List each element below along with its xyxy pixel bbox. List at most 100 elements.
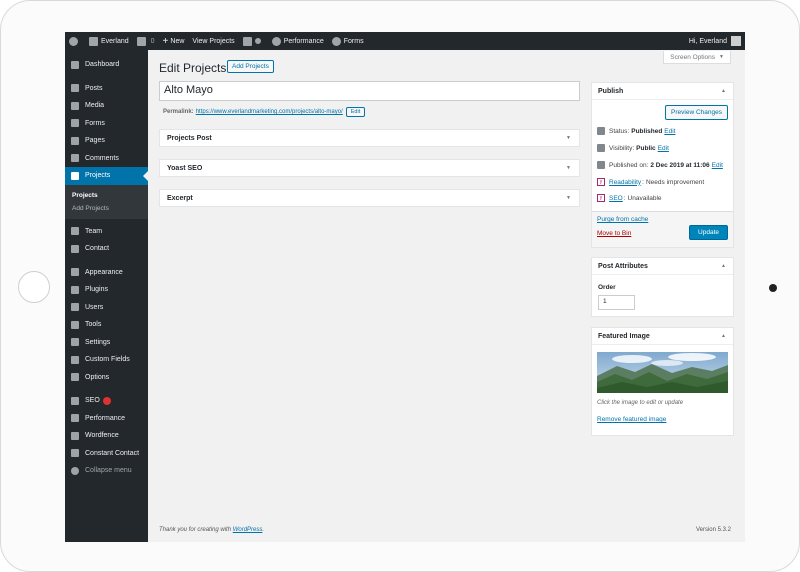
toggle-up-icon[interactable]: ▲ bbox=[721, 88, 726, 94]
wordpress-logo-icon bbox=[69, 36, 78, 46]
post-attributes-header[interactable]: Post Attributes ▲ bbox=[592, 258, 733, 275]
forms-icon bbox=[331, 36, 341, 46]
dashboard-icon bbox=[71, 60, 79, 69]
forms-link[interactable]: Forms bbox=[328, 32, 368, 50]
mail-icon bbox=[71, 244, 79, 253]
tablet-camera bbox=[769, 284, 777, 292]
menu-constant-contact[interactable]: Constant Contact bbox=[65, 445, 148, 463]
new-content-button[interactable]: + New bbox=[159, 32, 189, 50]
publish-status: Status: Published Edit bbox=[597, 127, 676, 135]
plugin-icon bbox=[71, 285, 79, 294]
menu-pages[interactable]: Pages bbox=[65, 132, 148, 150]
menu-settings[interactable]: Settings bbox=[65, 334, 148, 352]
toggle-down-icon[interactable]: ▼ bbox=[566, 195, 571, 201]
eye-icon bbox=[597, 144, 605, 152]
order-label: Order bbox=[598, 284, 616, 291]
toggle-down-icon[interactable]: ▼ bbox=[566, 165, 571, 171]
submenu-projects[interactable]: Projects bbox=[65, 189, 148, 202]
yoast-icon: y bbox=[597, 178, 605, 186]
menu-seo[interactable]: SEO bbox=[65, 392, 148, 410]
readability-link[interactable]: Readability bbox=[609, 179, 641, 186]
permalink-edit-button[interactable]: Edit bbox=[345, 107, 366, 117]
menu-projects[interactable]: Projects bbox=[65, 167, 148, 185]
performance-icon bbox=[71, 414, 79, 423]
preview-changes-button[interactable]: Preview Changes bbox=[665, 105, 728, 120]
add-projects-button[interactable]: Add Projects bbox=[227, 60, 274, 73]
calendar-icon bbox=[597, 161, 605, 169]
purge-cache-link[interactable]: Purge from cache bbox=[597, 216, 648, 223]
order-input[interactable]: 1 bbox=[598, 295, 635, 310]
yoast-icon: y bbox=[597, 194, 605, 202]
post-title-input[interactable]: Alto Mayo bbox=[159, 81, 580, 101]
constant-contact-icon bbox=[71, 449, 79, 458]
permalink-url-link[interactable]: https://www.everlandmarketing.com/projec… bbox=[196, 109, 343, 115]
menu-performance[interactable]: Performance bbox=[65, 410, 148, 428]
menu-posts[interactable]: Posts bbox=[65, 80, 148, 98]
menu-appearance[interactable]: Appearance bbox=[65, 264, 148, 282]
toggle-up-icon[interactable]: ▲ bbox=[721, 263, 726, 269]
site-name-link[interactable]: Everland bbox=[85, 32, 133, 50]
plus-icon: + bbox=[162, 35, 169, 47]
admin-bar: Everland 0 + New View Projects Performanc… bbox=[65, 32, 745, 50]
yoast-icon bbox=[242, 36, 252, 46]
menu-comments[interactable]: Comments bbox=[65, 150, 148, 168]
footer-version: Version 5.3.2 bbox=[695, 527, 731, 533]
postbox-projects-post[interactable]: Projects Post ▼ bbox=[159, 129, 580, 147]
menu-team[interactable]: Team bbox=[65, 223, 148, 241]
toggle-up-icon[interactable]: ▲ bbox=[721, 333, 726, 339]
update-button[interactable]: Update bbox=[689, 225, 728, 240]
publish-box-header[interactable]: Publish ▲ bbox=[592, 83, 733, 100]
visibility-edit-link[interactable]: Edit bbox=[658, 145, 669, 152]
forms-icon bbox=[71, 119, 79, 128]
fields-icon bbox=[71, 355, 79, 364]
settings-icon bbox=[71, 338, 79, 347]
pin-icon bbox=[597, 127, 605, 135]
menu-options[interactable]: Options bbox=[65, 369, 148, 387]
comment-icon bbox=[136, 36, 146, 46]
chevron-down-icon: ▼ bbox=[719, 54, 724, 60]
users-icon bbox=[71, 303, 79, 312]
wordpress-link[interactable]: WordPress bbox=[233, 527, 263, 533]
my-account[interactable]: Hi, Everland bbox=[689, 36, 745, 46]
menu-plugins[interactable]: Plugins bbox=[65, 281, 148, 299]
postbox-excerpt[interactable]: Excerpt ▼ bbox=[159, 189, 580, 207]
menu-forms[interactable]: Forms bbox=[65, 115, 148, 133]
yoast-icon bbox=[71, 396, 79, 405]
comments-icon bbox=[71, 154, 79, 163]
tablet-home-button[interactable] bbox=[18, 271, 50, 303]
publish-date: Published on: 2 Dec 2019 at 11:06 Edit bbox=[597, 161, 723, 169]
yoast-adminbar-button[interactable] bbox=[239, 32, 268, 50]
submenu-add-projects[interactable]: Add Projects bbox=[65, 202, 148, 215]
performance-link[interactable]: Performance bbox=[268, 32, 328, 50]
menu-wordfence[interactable]: Wordfence bbox=[65, 427, 148, 445]
pages-icon bbox=[71, 136, 79, 145]
date-edit-link[interactable]: Edit bbox=[712, 162, 723, 169]
comments-link[interactable]: 0 bbox=[133, 32, 159, 50]
status-edit-link[interactable]: Edit bbox=[664, 128, 675, 135]
menu-contact[interactable]: Contact bbox=[65, 240, 148, 258]
seo-link[interactable]: SEO bbox=[609, 195, 623, 202]
menu-dashboard[interactable]: Dashboard bbox=[65, 56, 148, 74]
pin-icon bbox=[71, 171, 79, 180]
menu-tools[interactable]: Tools bbox=[65, 316, 148, 334]
avatar bbox=[731, 36, 741, 46]
featured-image[interactable] bbox=[597, 352, 728, 393]
collapse-menu-button[interactable]: Collapse menu bbox=[65, 462, 148, 480]
featured-image-header[interactable]: Featured Image ▲ bbox=[592, 328, 733, 345]
wordpress-logo-button[interactable] bbox=[65, 32, 85, 50]
admin-sidebar: Dashboard Posts Media Forms Pages Commen… bbox=[65, 50, 148, 542]
menu-media[interactable]: Media bbox=[65, 97, 148, 115]
view-projects-link[interactable]: View Projects bbox=[188, 32, 238, 50]
screen-options-button[interactable]: Screen Options ▼ bbox=[663, 51, 731, 64]
toggle-down-icon[interactable]: ▼ bbox=[566, 135, 571, 141]
postbox-yoast-seo[interactable]: Yoast SEO ▼ bbox=[159, 159, 580, 177]
status-dot-icon bbox=[254, 38, 261, 44]
remove-featured-image-link[interactable]: Remove featured image bbox=[597, 416, 666, 423]
publish-actions: Purge from cache Move to Bin Update bbox=[592, 211, 733, 247]
menu-users[interactable]: Users bbox=[65, 299, 148, 317]
move-to-bin-link[interactable]: Move to Bin bbox=[597, 230, 631, 237]
permalink: Permalink: https://www.everlandmarketing… bbox=[163, 107, 366, 117]
screen: Everland 0 + New View Projects Performanc… bbox=[65, 32, 745, 542]
menu-custom-fields[interactable]: Custom Fields bbox=[65, 351, 148, 369]
main-content: Screen Options ▼ Edit Projects Add Projec… bbox=[148, 50, 745, 542]
